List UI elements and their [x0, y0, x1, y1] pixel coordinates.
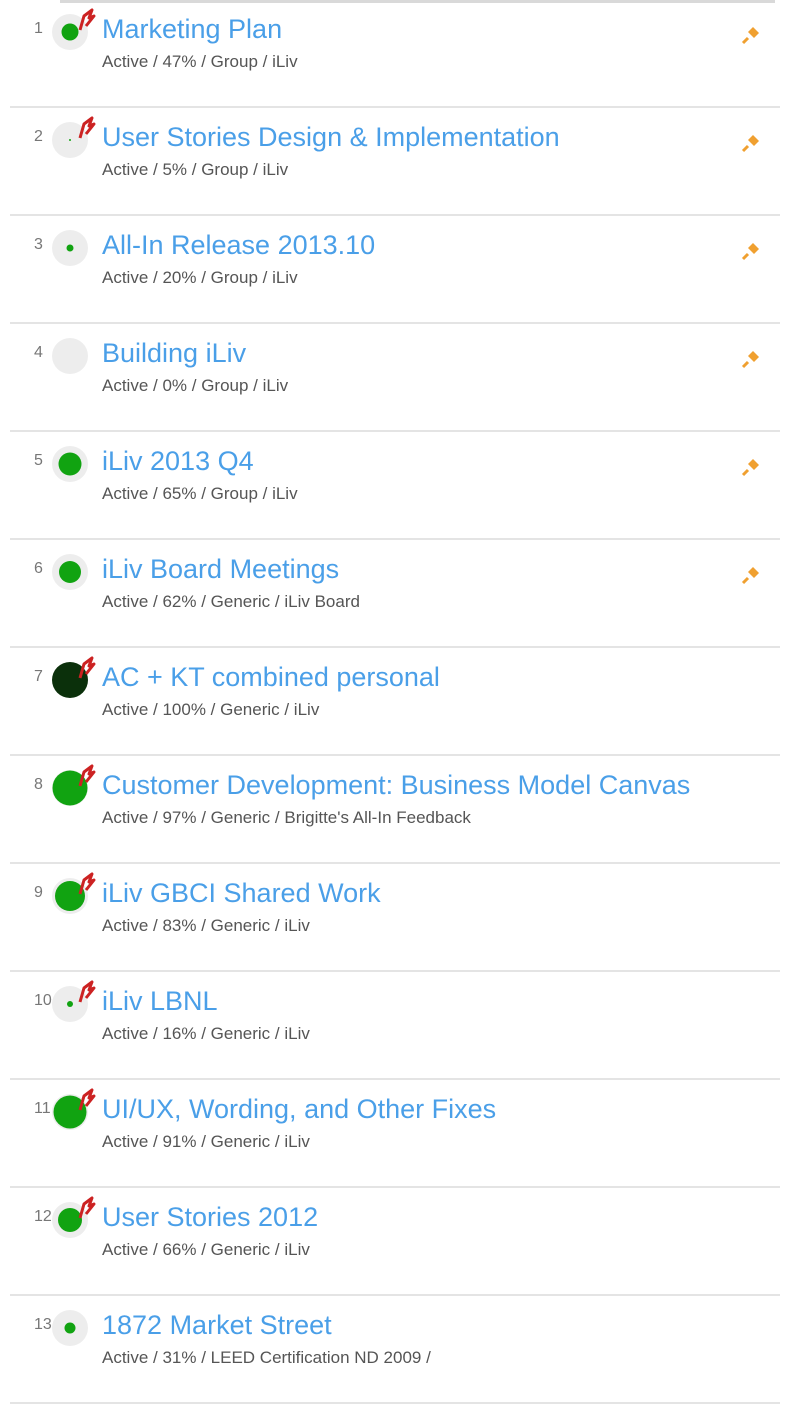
project-meta: Active / 91% / Generic / iLiv — [102, 1132, 310, 1151]
project-title-link[interactable]: iLiv GBCI Shared Work — [102, 878, 381, 909]
orange-pin-icon[interactable] — [740, 240, 762, 262]
project-meta: Active / 16% / Generic / iLiv — [102, 1024, 310, 1043]
progress-circle-icon — [52, 338, 88, 374]
item-index: 4 — [34, 344, 43, 361]
progress-circle-icon — [52, 230, 88, 266]
list-item[interactable]: 6 iLiv Board Meetings Active / 62% / Gen… — [10, 540, 780, 648]
project-meta: Active / 47% / Group / iLiv — [102, 52, 298, 71]
item-index: 13 — [34, 1316, 52, 1333]
project-meta: Active / 97% / Generic / Brigitte's All-… — [102, 808, 471, 827]
item-index: 10 — [34, 992, 52, 1009]
orange-pin-icon[interactable] — [740, 132, 762, 154]
red-flag-icon — [78, 8, 96, 31]
red-flag-icon — [78, 980, 96, 1003]
project-title-link[interactable]: AC + KT combined personal — [102, 662, 440, 693]
project-title-link[interactable]: User Stories 2012 — [102, 1202, 318, 1233]
item-index: 5 — [34, 452, 43, 469]
project-title-link[interactable]: Customer Development: Business Model Can… — [102, 770, 690, 801]
list-item[interactable]: 3 All-In Release 2013.10 Active / 20% / … — [10, 216, 780, 324]
list-item[interactable]: 13 1872 Market Street Active / 31% / LEE… — [10, 1296, 780, 1404]
orange-pin-icon[interactable] — [740, 456, 762, 478]
list-item[interactable]: 5 iLiv 2013 Q4 Active / 65% / Group / iL… — [10, 432, 780, 540]
list-item[interactable]: 7 AC + KT combined personal Active / 100… — [10, 648, 780, 756]
red-flag-icon — [78, 764, 96, 787]
red-flag-icon — [78, 872, 96, 895]
project-meta: Active / 66% / Generic / iLiv — [102, 1240, 310, 1259]
project-meta: Active / 5% / Group / iLiv — [102, 160, 289, 179]
item-index: 1 — [34, 20, 43, 37]
list-item[interactable]: 1 Marketing Plan Active / 47% / Group / … — [10, 0, 780, 108]
project-meta: Active / 0% / Group / iLiv — [102, 376, 289, 395]
item-index: 8 — [34, 776, 43, 793]
list-item[interactable]: 10 iLiv LBNL Active / 16% / Generic / iL… — [10, 972, 780, 1080]
project-list: 1 Marketing Plan Active / 47% / Group / … — [0, 0, 785, 1404]
progress-circle-icon — [52, 446, 88, 482]
item-index: 7 — [34, 668, 43, 685]
item-index: 6 — [34, 560, 43, 577]
list-item[interactable]: 8 Customer Development: Business Model C… — [10, 756, 780, 864]
project-meta: Active / 83% / Generic / iLiv — [102, 916, 310, 935]
orange-pin-icon[interactable] — [740, 348, 762, 370]
list-item[interactable]: 4 Building iLiv Active / 0% / Group / iL… — [10, 324, 780, 432]
list-item[interactable]: 12 User Stories 2012 Active / 66% / Gene… — [10, 1188, 780, 1296]
list-item[interactable]: 11 UI/UX, Wording, and Other Fixes Activ… — [10, 1080, 780, 1188]
item-index: 11 — [34, 1100, 51, 1117]
red-flag-icon — [78, 116, 96, 139]
item-index: 2 — [34, 128, 43, 145]
item-index: 12 — [34, 1208, 52, 1225]
project-title-link[interactable]: iLiv LBNL — [102, 986, 218, 1017]
project-meta: Active / 20% / Group / iLiv — [102, 268, 298, 287]
project-title-link[interactable]: All-In Release 2013.10 — [102, 230, 375, 261]
project-title-link[interactable]: Marketing Plan — [102, 14, 282, 45]
red-flag-icon — [78, 1088, 96, 1111]
progress-circle-icon — [52, 554, 88, 590]
project-title-link[interactable]: 1872 Market Street — [102, 1310, 332, 1341]
project-title-link[interactable]: iLiv Board Meetings — [102, 554, 339, 585]
orange-pin-icon[interactable] — [740, 24, 762, 46]
red-flag-icon — [78, 1196, 96, 1219]
project-title-link[interactable]: iLiv 2013 Q4 — [102, 446, 254, 477]
progress-circle-icon — [52, 1310, 88, 1346]
project-meta: Active / 65% / Group / iLiv — [102, 484, 298, 503]
project-meta: Active / 100% / Generic / iLiv — [102, 700, 320, 719]
project-meta: Active / 62% / Generic / iLiv Board — [102, 592, 360, 611]
project-title-link[interactable]: UI/UX, Wording, and Other Fixes — [102, 1094, 496, 1125]
project-meta: Active / 31% / LEED Certification ND 200… — [102, 1348, 431, 1367]
item-index: 9 — [34, 884, 43, 901]
red-flag-icon — [78, 656, 96, 679]
item-index: 3 — [34, 236, 43, 253]
orange-pin-icon[interactable] — [740, 564, 762, 586]
project-title-link[interactable]: Building iLiv — [102, 338, 246, 369]
project-title-link[interactable]: User Stories Design & Implementation — [102, 122, 560, 153]
list-item[interactable]: 9 iLiv GBCI Shared Work Active / 83% / G… — [10, 864, 780, 972]
list-item[interactable]: 2 User Stories Design & Implementation A… — [10, 108, 780, 216]
